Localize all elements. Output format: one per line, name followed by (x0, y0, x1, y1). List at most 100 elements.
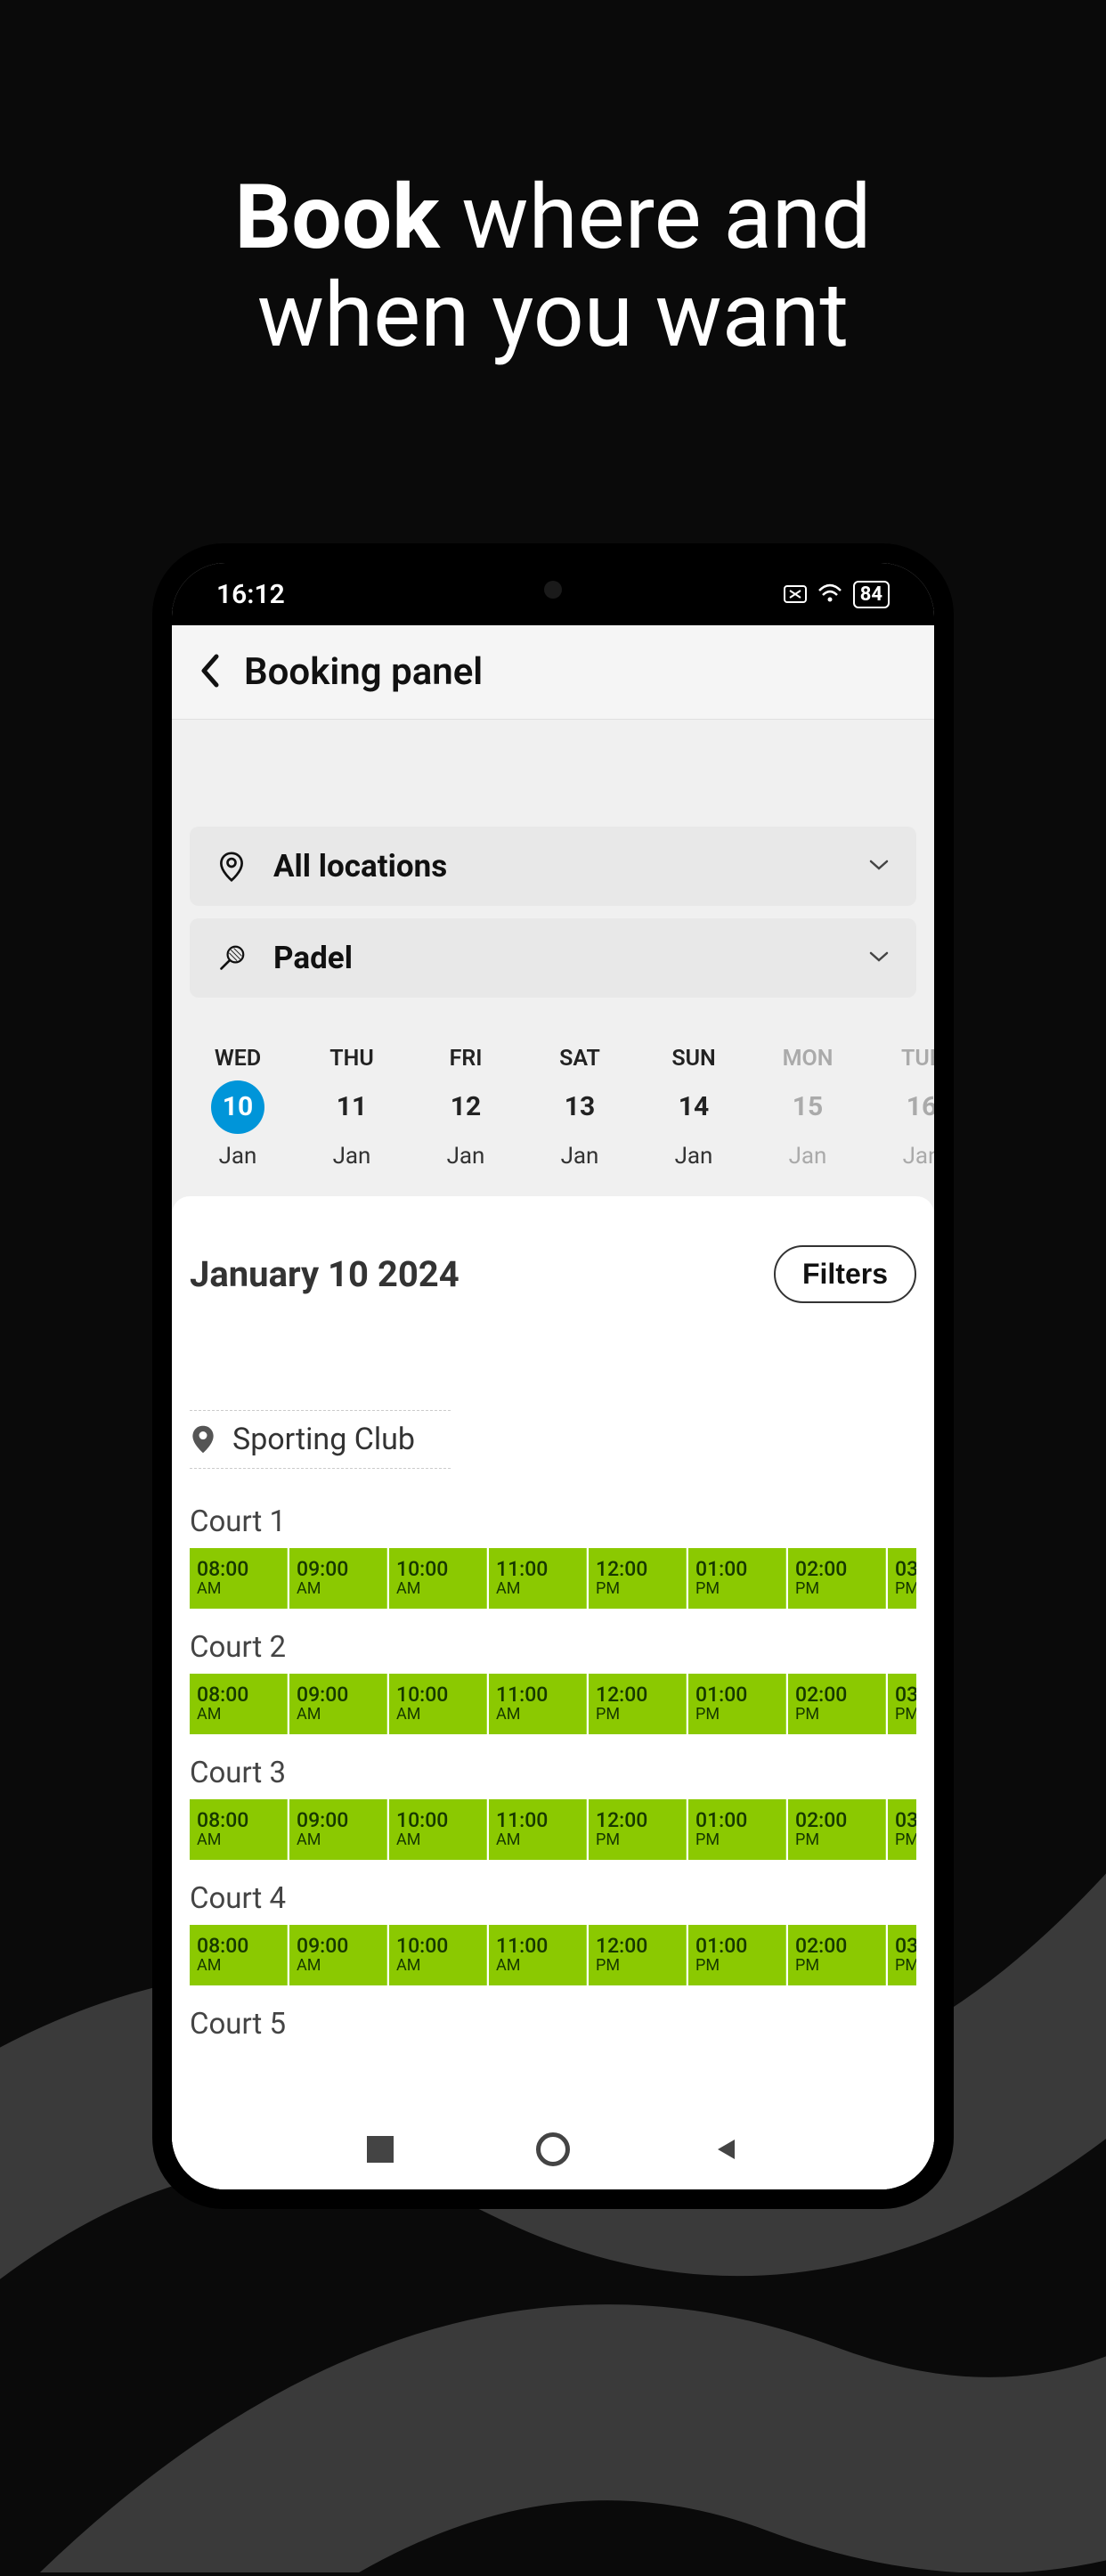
slot-time: 08:00 (197, 1684, 287, 1705)
location-label: All locations (273, 848, 447, 884)
time-slot[interactable]: 08:00AM (190, 1548, 288, 1609)
time-slot[interactable]: 10:00AM (389, 1548, 487, 1609)
slot-ampm: PM (895, 1579, 916, 1599)
court-block: Court 4 08:00AM09:00AM10:00AM11:00AM12:00… (190, 1881, 916, 1985)
date-item[interactable]: FRI12Jan (409, 1046, 523, 1170)
date-item[interactable]: SAT13Jan (523, 1046, 637, 1170)
time-slot[interactable]: 08:00AM (190, 1799, 288, 1860)
location-pin-icon (216, 852, 247, 882)
sport-label: Padel (273, 940, 353, 976)
time-slot[interactable]: 03:00PM (888, 1925, 916, 1985)
slot-ampm: PM (695, 1705, 785, 1724)
court-label: Court 4 (190, 1881, 916, 1916)
date-item[interactable]: MON15Jan (751, 1046, 865, 1170)
venue-row[interactable]: Sporting Club (190, 1410, 451, 1469)
slot-time: 10:00 (396, 1559, 486, 1579)
slot-ampm: AM (396, 1956, 486, 1976)
app-header: Booking panel (172, 625, 934, 720)
time-slot[interactable]: 12:00PM (589, 1925, 687, 1985)
slot-ampm: PM (895, 1830, 916, 1850)
court-label: Court 3 (190, 1756, 916, 1790)
slot-ampm: PM (795, 1579, 885, 1599)
time-slot[interactable]: 11:00AM (489, 1799, 587, 1860)
time-slot[interactable]: 03:00PM (888, 1674, 916, 1734)
date-item[interactable]: SUN14Jan (637, 1046, 751, 1170)
time-slot[interactable]: 09:00AM (289, 1674, 387, 1734)
time-slot[interactable]: 10:00AM (389, 1925, 487, 1985)
slot-time: 08:00 (197, 1559, 287, 1579)
location-dropdown[interactable]: All locations (190, 827, 916, 906)
recents-button[interactable] (367, 2136, 394, 2163)
slots-row: 08:00AM09:00AM10:00AM11:00AM12:00PM01:00… (190, 1799, 916, 1860)
time-slot[interactable]: 11:00AM (489, 1925, 587, 1985)
time-slot[interactable]: 10:00AM (389, 1674, 487, 1734)
time-slot[interactable]: 02:00PM (788, 1548, 886, 1609)
slot-time: 08:00 (197, 1810, 287, 1830)
slot-ampm: AM (496, 1830, 586, 1850)
slot-time: 11:00 (496, 1810, 586, 1830)
date-month: Jan (865, 1143, 934, 1170)
slot-time: 01:00 (695, 1936, 785, 1956)
location-pin-icon (190, 1424, 216, 1455)
slot-ampm: AM (197, 1956, 287, 1976)
slot-ampm: AM (396, 1579, 486, 1599)
back-button[interactable] (199, 653, 222, 692)
slot-ampm: PM (695, 1956, 785, 1976)
time-slot[interactable]: 09:00AM (289, 1548, 387, 1609)
date-month: Jan (637, 1143, 751, 1170)
time-slot[interactable]: 09:00AM (289, 1925, 387, 1985)
time-slot[interactable]: 01:00PM (688, 1925, 786, 1985)
date-number: 11 (325, 1080, 378, 1134)
time-slot[interactable]: 12:00PM (589, 1674, 687, 1734)
time-slot[interactable]: 12:00PM (589, 1548, 687, 1609)
date-number: 15 (781, 1080, 834, 1134)
slot-ampm: AM (197, 1705, 287, 1724)
slot-ampm: PM (695, 1830, 785, 1850)
filters-button[interactable]: Filters (774, 1245, 916, 1303)
time-slot[interactable]: 01:00PM (688, 1548, 786, 1609)
time-slot[interactable]: 09:00AM (289, 1799, 387, 1860)
date-weekday: SUN (637, 1046, 751, 1072)
date-number: 12 (439, 1080, 492, 1134)
time-slot[interactable]: 03:00PM (888, 1548, 916, 1609)
time-slot[interactable]: 02:00PM (788, 1674, 886, 1734)
date-item[interactable]: TUE16Jan (865, 1046, 934, 1170)
sport-dropdown[interactable]: Padel (190, 918, 916, 998)
date-item[interactable]: THU11Jan (295, 1046, 409, 1170)
android-nav-bar (172, 2109, 934, 2189)
court-label: Court 5 (190, 2007, 916, 2042)
back-nav-button[interactable] (712, 2136, 739, 2163)
slot-time: 11:00 (496, 1559, 586, 1579)
date-item[interactable]: WED10Jan (181, 1046, 295, 1170)
slot-time: 10:00 (396, 1810, 486, 1830)
booking-content: January 10 2024 Filters Sporting Club Co… (172, 1196, 934, 2189)
slot-time: 03:00 (895, 1936, 916, 1956)
time-slot[interactable]: 11:00AM (489, 1674, 587, 1734)
time-slot[interactable]: 11:00AM (489, 1548, 587, 1609)
time-slot[interactable]: 03:00PM (888, 1799, 916, 1860)
court-label: Court 1 (190, 1504, 916, 1539)
slot-time: 02:00 (795, 1684, 885, 1705)
court-label: Court 2 (190, 1630, 916, 1665)
slots-row: 08:00AM09:00AM10:00AM11:00AM12:00PM01:00… (190, 1674, 916, 1734)
selected-date-label: January 10 2024 (190, 1253, 459, 1295)
home-button[interactable] (536, 2132, 570, 2166)
time-slot[interactable]: 02:00PM (788, 1925, 886, 1985)
date-weekday: WED (181, 1046, 295, 1072)
time-slot[interactable]: 10:00AM (389, 1799, 487, 1860)
time-slot[interactable]: 02:00PM (788, 1799, 886, 1860)
date-strip[interactable]: WED10JanTHU11JanFRI12JanSAT13JanSUN14Jan… (172, 1019, 934, 1187)
time-slot[interactable]: 01:00PM (688, 1799, 786, 1860)
headline-bold: Book (234, 166, 439, 270)
time-slot[interactable]: 12:00PM (589, 1799, 687, 1860)
slot-ampm: AM (396, 1830, 486, 1850)
court-block: Court 5 (190, 2007, 916, 2042)
wifi-icon (817, 579, 842, 610)
slot-ampm: AM (197, 1830, 287, 1850)
time-slot[interactable]: 08:00AM (190, 1925, 288, 1985)
slot-time: 11:00 (496, 1684, 586, 1705)
marketing-headline: Book where and when you want (0, 169, 1106, 365)
time-slot[interactable]: 08:00AM (190, 1674, 288, 1734)
date-month: Jan (409, 1143, 523, 1170)
time-slot[interactable]: 01:00PM (688, 1674, 786, 1734)
